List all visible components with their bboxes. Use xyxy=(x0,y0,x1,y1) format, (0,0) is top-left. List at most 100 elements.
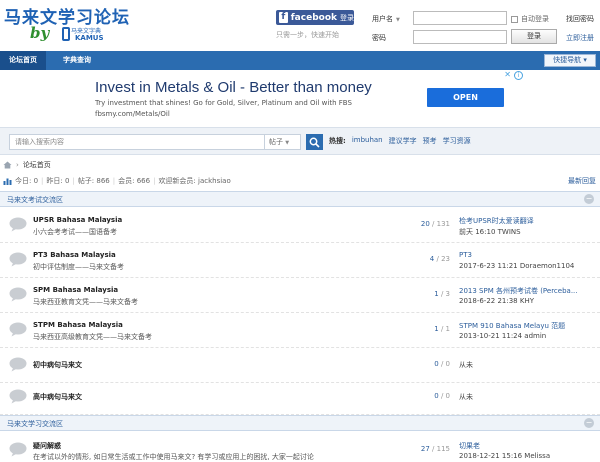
forum-counts: 1 / 3 xyxy=(434,290,450,298)
search-icon xyxy=(309,137,320,148)
hot-searches: 热搜: imbuhan 建议学字 预考 学习资源 xyxy=(329,136,471,146)
chevron-down-icon: ▾ xyxy=(583,56,587,64)
nav-item-forum-home[interactable]: 论坛首页 xyxy=(0,51,46,70)
last-post-title[interactable]: PT3 xyxy=(459,251,472,259)
stat-today: 今日: 0 xyxy=(15,177,39,185)
register-link[interactable]: 立即注册 xyxy=(566,33,594,43)
section-header: 马来文考试交流区 − xyxy=(0,191,600,207)
home-icon[interactable] xyxy=(3,161,12,169)
ad-info-icon[interactable]: i xyxy=(514,71,523,80)
stat-posts: 帖子: 866 xyxy=(77,177,110,185)
forum-row: 高中病句马来文 0 / 0 从未 xyxy=(0,380,600,415)
last-post-title[interactable]: STPM 910 Bahasa Melayu 范题 xyxy=(459,321,565,331)
login-button[interactable]: 登录 xyxy=(511,29,557,44)
username-input[interactable] xyxy=(413,11,507,25)
forum-name[interactable]: 高中病句马来文 xyxy=(33,392,82,402)
ad-open-button[interactable]: OPEN xyxy=(427,88,504,107)
collapse-icon[interactable]: − xyxy=(584,418,594,428)
divider: | xyxy=(41,177,44,185)
password-label: 密码 xyxy=(372,34,386,42)
post-count: 0 xyxy=(445,360,450,368)
kamus-logo[interactable]: 马来文字典 KAMUS xyxy=(62,26,110,44)
last-post-title[interactable]: 2013 SPM 各州预考试卷 (Perceba... xyxy=(459,286,578,296)
search-input[interactable]: 请输入搜索内容 xyxy=(9,134,265,150)
remember-me[interactable]: 自动登录 xyxy=(511,14,549,24)
password-input[interactable] xyxy=(413,30,507,44)
nav-item-dictionary[interactable]: 字典查询 xyxy=(54,51,100,70)
forum-description: 初中评估制度——马来文备考 xyxy=(33,263,124,271)
divider: | xyxy=(112,177,116,185)
stats-chart-icon xyxy=(3,178,12,185)
close-icon[interactable]: ✕ xyxy=(504,70,511,79)
facebook-login-button[interactable]: f facebook 登录 xyxy=(276,10,354,25)
book-icon xyxy=(62,27,70,41)
stat-welcome[interactable]: 欢迎新会员: jackhsiao xyxy=(158,176,230,186)
forum-name[interactable]: PT3 Bahasa Malaysia xyxy=(33,251,116,259)
forum-name[interactable]: 疑问解惑 xyxy=(33,441,61,451)
hot-search-link[interactable]: imbuhan xyxy=(352,136,383,146)
section-header: 马来文学习交流区 − xyxy=(0,415,600,431)
section-title[interactable]: 马来文考试交流区 xyxy=(7,195,63,205)
forum-counts: 4 / 23 xyxy=(429,255,450,263)
search-type-label: 帖子 xyxy=(269,138,283,146)
username-type-select[interactable]: 用户名 ▼ xyxy=(372,14,400,24)
forum-bubble-icon xyxy=(9,322,27,337)
forum-counts: 20 / 131 xyxy=(420,220,450,228)
search-type-select[interactable]: 帖子 ▼ xyxy=(265,134,301,150)
forum-row: UPSR Bahasa Malaysia 小六会考考试——国语备考 20 / 1… xyxy=(0,208,600,243)
forum-counts: 0 / 0 xyxy=(434,360,450,368)
facebook-action-label: 登录 xyxy=(340,13,354,22)
ad-banner[interactable]: Invest in Metals & Oil - Better than mon… xyxy=(79,70,523,123)
latest-replies-link[interactable]: 最新回复 xyxy=(568,176,596,186)
last-post-meta: 2017-6-23 11:21 Doraemon1104 xyxy=(459,262,575,270)
facebook-hint: 只需一步，快速开始 xyxy=(276,31,339,39)
forum-name[interactable]: SPM Bahasa Malaysia xyxy=(33,286,118,294)
post-count: 115 xyxy=(436,445,450,453)
forum-description: 在考试以外的情形, 如日常生活或工作中使用马来文? 有学习或应用上的困扰, 大家… xyxy=(33,453,314,461)
ad-title[interactable]: Invest in Metals & Oil - Better than mon… xyxy=(95,79,372,96)
hot-search-link[interactable]: 学习资源 xyxy=(443,136,471,146)
last-post-title[interactable]: 检考UPSR时太爱读翻译 xyxy=(459,216,534,226)
forum-description: 马来西亚教育文凭——马来文备考 xyxy=(33,298,138,306)
post-count: 3 xyxy=(445,290,450,298)
chevron-down-icon: ▼ xyxy=(396,17,400,23)
main-nav: 论坛首页 字典查询 快捷导航 ▾ xyxy=(0,51,600,70)
forum-bubble-icon xyxy=(9,389,27,404)
quick-nav-button[interactable]: 快捷导航 ▾ xyxy=(544,54,596,67)
breadcrumb-current[interactable]: 论坛首页 xyxy=(23,160,51,170)
last-post-meta: 从未 xyxy=(459,393,473,401)
thread-count: 27 xyxy=(420,445,430,453)
remember-checkbox[interactable] xyxy=(511,15,518,23)
forum-counts: 1 / 1 xyxy=(434,325,450,333)
ad-url[interactable]: fbsmy.com/Metals/Oil xyxy=(95,110,170,118)
post-count: 1 xyxy=(445,325,450,333)
username-label: 用户名 xyxy=(372,15,393,23)
ad-description: Try investment that shines! Go for Gold,… xyxy=(95,99,352,107)
post-count: 23 xyxy=(441,255,450,263)
hot-search-link[interactable]: 建议学字 xyxy=(389,136,417,146)
forum-bubble-icon xyxy=(9,287,27,302)
site-logo-title[interactable]: 马来文学习论坛 xyxy=(4,3,130,28)
section-title[interactable]: 马来文学习交流区 xyxy=(7,419,63,429)
hot-search-link[interactable]: 预考 xyxy=(423,136,437,146)
forum-bubble-icon xyxy=(9,442,27,457)
hot-search-label: 热搜: xyxy=(329,137,346,145)
thread-count: 20 xyxy=(420,220,430,228)
forgot-password-link[interactable]: 找回密码 xyxy=(566,14,594,24)
logo-by-text: by xyxy=(30,24,50,42)
search-button[interactable] xyxy=(306,134,323,150)
post-count: 131 xyxy=(436,220,450,228)
forum-row: 疑问解惑 在考试以外的情形, 如日常生活或工作中使用马来文? 有学习或应用上的困… xyxy=(0,433,600,462)
forum-name[interactable]: UPSR Bahasa Malaysia xyxy=(33,216,122,224)
last-post-title[interactable]: 切果老 xyxy=(459,441,480,451)
breadcrumb-separator: › xyxy=(16,161,19,169)
forum-row: 初中病句马来文 0 / 0 从未 xyxy=(0,348,600,383)
collapse-icon[interactable]: − xyxy=(584,194,594,204)
chevron-down-icon: ▼ xyxy=(285,140,290,146)
facebook-icon: f xyxy=(279,12,288,23)
divider: | xyxy=(72,177,75,185)
forum-name[interactable]: 初中病句马来文 xyxy=(33,360,82,370)
forum-counts: 0 / 0 xyxy=(434,392,450,400)
forum-name[interactable]: STPM Bahasa Malaysia xyxy=(33,321,123,329)
divider: | xyxy=(153,177,156,185)
